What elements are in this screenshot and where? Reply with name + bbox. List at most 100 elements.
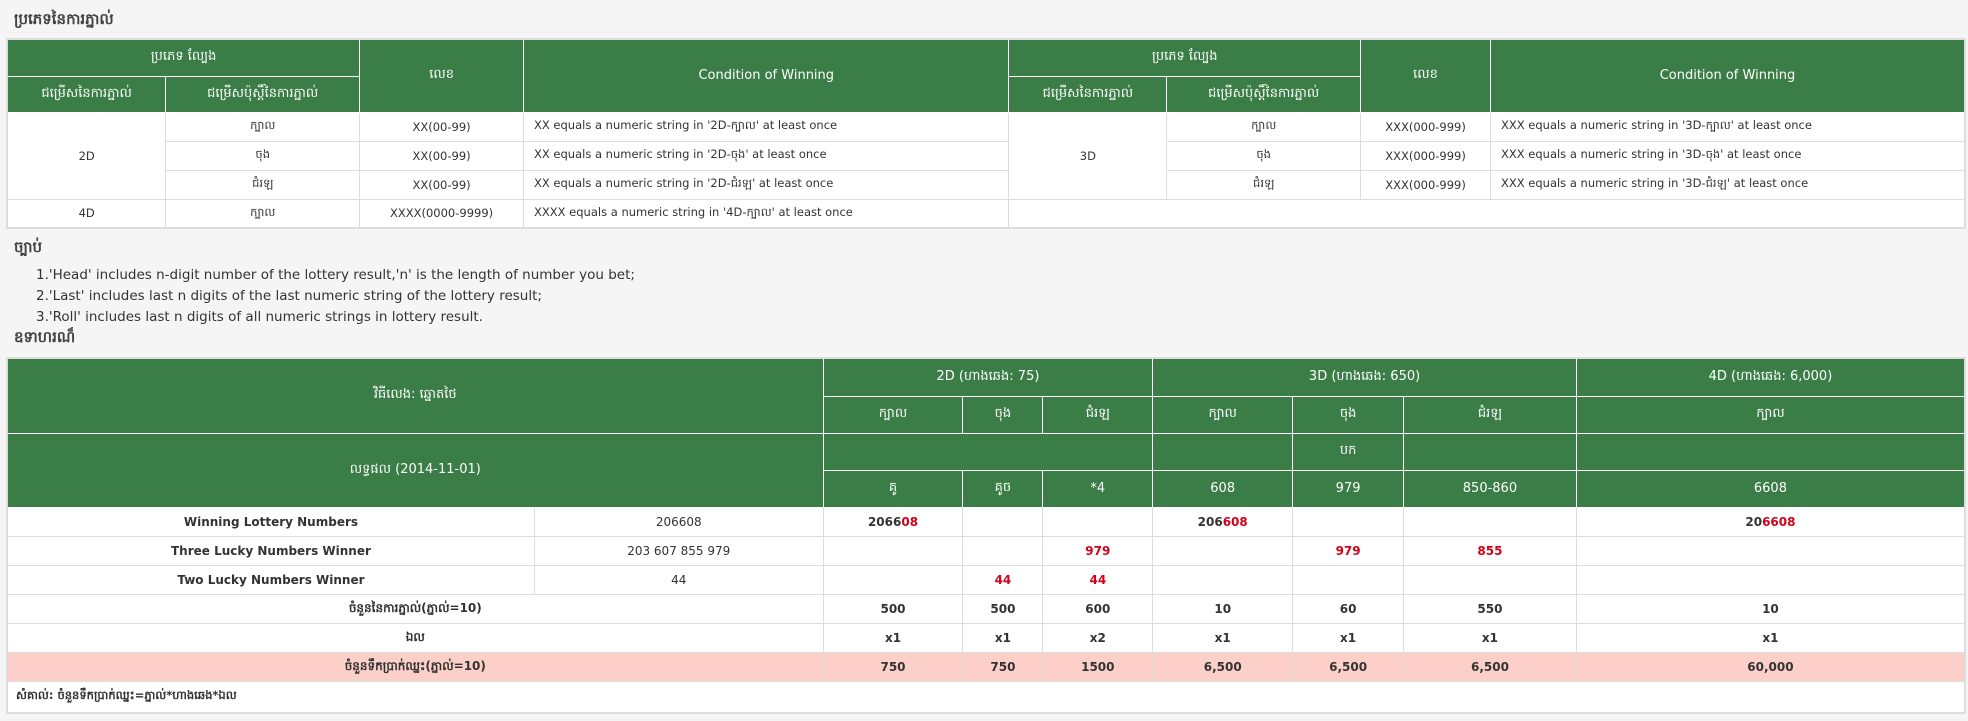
empty-cell xyxy=(822,535,964,566)
header-number-left: លេខ xyxy=(359,38,525,113)
rule-item: 2.'Last' includes last n digits of the l… xyxy=(36,288,542,304)
bet-amount: 10 xyxy=(1575,593,1966,624)
empty-cell xyxy=(1403,506,1577,537)
bet-types-title: ប្រភេទនៃការភ្នាល់ xyxy=(14,10,114,28)
row-value: 44 xyxy=(533,564,824,595)
bet-amount: 550 xyxy=(1403,593,1577,624)
row-label: ចំនួនទឹកប្រាក់ឈ្នះ(ភ្នាល់=10) xyxy=(6,651,824,682)
payout: 60,000 xyxy=(1575,651,1966,682)
empty-header xyxy=(822,432,1154,471)
bet-number: *4 xyxy=(1042,469,1154,508)
category-cell: 4D xyxy=(6,198,167,229)
sub-option-cell: ជំរឡ xyxy=(1166,169,1362,200)
col-3d-roll: ជំរឡ xyxy=(1403,395,1577,434)
bet-number: 979 xyxy=(1292,469,1405,508)
empty-cell xyxy=(1403,564,1577,595)
cell-2d-roll: 44 xyxy=(1042,564,1154,595)
payout: 6,500 xyxy=(1152,651,1294,682)
condition-cell: XXX equals a numeric string in '3D-ក្បាល… xyxy=(1489,111,1966,142)
row-value: 206608 xyxy=(533,506,824,537)
cell-3d-last: 979 xyxy=(1292,535,1405,566)
number-cell: XXX(000-999) xyxy=(1360,169,1491,200)
col-3d-head: ក្បាល xyxy=(1152,395,1294,434)
rule-item: 1.'Head' includes n-digit number of the … xyxy=(36,267,635,283)
multiplier: x1 xyxy=(822,622,964,653)
sub-option-cell: ចុង xyxy=(165,140,361,171)
payout: 750 xyxy=(822,651,964,682)
header-sub-option-left: ជម្រើសប៉ុស្ដិ៍នៃការភ្នាល់ xyxy=(165,75,361,113)
match-prefix: 2066 xyxy=(867,514,902,529)
empty-header xyxy=(1152,432,1294,471)
number-cell: XX(00-99) xyxy=(359,111,525,142)
multiplier: x1 xyxy=(1575,622,1966,653)
cell-2d-last: 44 xyxy=(962,564,1044,595)
bet-amount: 10 xyxy=(1152,593,1294,624)
bet-number: 6608 xyxy=(1575,469,1966,508)
page: ប្រភេទនៃការភ្នាល់ ប្រភេទ ល្បែង លេខ Condi… xyxy=(0,0,1968,721)
match-highlight: 08 xyxy=(901,514,919,529)
multiplier: x1 xyxy=(1152,622,1294,653)
empty-cell xyxy=(962,506,1044,537)
condition-cell: XXXX equals a numeric string in '4D-ក្បា… xyxy=(523,198,1010,229)
number-cell: XXX(000-999) xyxy=(1360,140,1491,171)
payout: 1500 xyxy=(1042,651,1154,682)
bet-amount: 500 xyxy=(962,593,1044,624)
header-game-type-left: ប្រភេទ ល្បែង xyxy=(6,38,361,77)
condition-cell: XXX equals a numeric string in '3D-ចុង' … xyxy=(1489,140,1966,171)
row-label: Winning Lottery Numbers xyxy=(6,506,535,537)
multiplier: x1 xyxy=(1403,622,1577,653)
number-cell: XX(00-99) xyxy=(359,169,525,200)
row-label: ចំនួននៃការភ្នាល់(ភ្នាល់=10) xyxy=(6,593,824,624)
sub-option-cell: ចុង xyxy=(1166,140,1362,171)
header-number-right: លេខ xyxy=(1360,38,1491,113)
category-cell: 2D xyxy=(6,111,167,200)
empty-cell xyxy=(1042,506,1154,537)
cell-3d-roll: 855 xyxy=(1403,535,1577,566)
bet-label-header: បក xyxy=(1292,432,1405,471)
condition-cell: XX equals a numeric string in '2D-ក្បាល'… xyxy=(523,111,1010,142)
empty-cell xyxy=(1575,535,1966,566)
empty-cell xyxy=(1152,564,1294,595)
sub-option-cell: ជំរឡ xyxy=(165,169,361,200)
group-3d-header: 3D (ហាងឆេង: 650) xyxy=(1152,357,1577,397)
header-option-right: ជម្រើសនៃការភ្នាល់ xyxy=(1008,75,1168,113)
table-row: Three Lucky Numbers Winner 203 607 855 9… xyxy=(6,535,1966,566)
cell-3d-head: 206608 xyxy=(1152,506,1294,537)
col-2d-roll: ជំរឡ xyxy=(1042,395,1154,434)
rules-title: ច្បាប់ xyxy=(14,238,43,256)
header-condition-left: Condition of Winning xyxy=(523,38,1010,113)
row-value: 203 607 855 979 xyxy=(533,535,824,566)
bet-number: គូ xyxy=(822,469,964,508)
payout: 6,500 xyxy=(1292,651,1405,682)
group-2d-header: 2D (ហាងឆេង: 75) xyxy=(822,357,1154,397)
sub-option-cell: ក្បាល xyxy=(165,198,361,229)
empty-cell xyxy=(1292,506,1405,537)
bet-number: 608 xyxy=(1152,469,1294,508)
multiplier: x1 xyxy=(962,622,1044,653)
match-prefix: 206 xyxy=(1197,514,1223,529)
cell-4d-head: 206608 xyxy=(1575,506,1966,537)
col-2d-head: ក្បាល xyxy=(822,395,964,434)
match-highlight: 608 xyxy=(1222,514,1248,529)
condition-cell: XX equals a numeric string in '2D-ចុង' a… xyxy=(523,140,1010,171)
bet-amount: 600 xyxy=(1042,593,1154,624)
condition-cell: XX equals a numeric string in '2D-ជំរឡ' … xyxy=(523,169,1010,200)
table-row: ចុង XX(00-99) XX equals a numeric string… xyxy=(7,140,1966,171)
table-row: 2D ក្បាល XX(00-99) XX equals a numeric s… xyxy=(6,111,1966,200)
table-row: Winning Lottery Numbers 206608 206608 20… xyxy=(6,506,1966,537)
col-3d-last: ចុង xyxy=(1292,395,1405,434)
table-row: Two Lucky Numbers Winner 44 44 44 xyxy=(6,564,1966,595)
payout: 750 xyxy=(962,651,1044,682)
table-row: 4D ក្បាល XXXX(0000-9999) XXXX equals a n… xyxy=(6,198,1966,229)
group-4d-header: 4D (ហាងឆេង: 6,000) xyxy=(1575,357,1966,397)
col-2d-last: ចុង xyxy=(962,395,1044,434)
bet-amount: 60 xyxy=(1292,593,1405,624)
table-row: ចំនួនទឹកប្រាក់ឈ្នះ(ភ្នាល់=10) 750 750 15… xyxy=(6,651,1966,682)
header-game-type-right: ប្រភេទ ល្បែង xyxy=(1008,38,1362,77)
example-title: ឧទាហរណ៏ xyxy=(14,328,76,346)
note-row: សំគាល់: ចំនួនទឹកប្រាក់ឈ្នះ=ភ្នាល់*ហាងឆេង… xyxy=(6,680,1966,714)
payout: 6,500 xyxy=(1403,651,1577,682)
multiplier: x2 xyxy=(1042,622,1154,653)
empty-header xyxy=(1575,432,1966,471)
number-cell: XXXX(0000-9999) xyxy=(359,198,525,229)
